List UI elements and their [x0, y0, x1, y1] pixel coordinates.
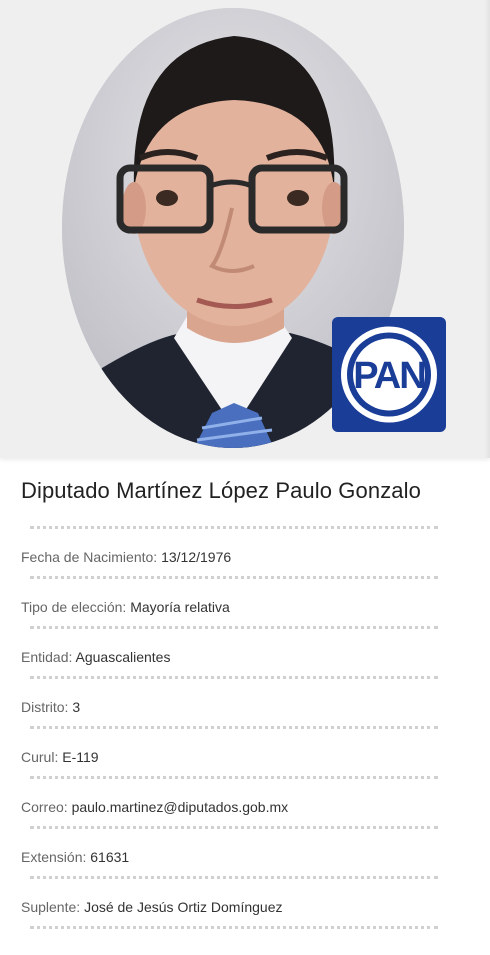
party-logo-text: PAN: [353, 355, 424, 397]
field-label: Entidad:: [21, 649, 73, 665]
field-value: Aguascalientes: [75, 649, 171, 665]
field-value: José de Jesús Ortiz Domínguez: [84, 899, 283, 915]
field-label: Extensión:: [21, 849, 87, 865]
field-district: Distrito: 3: [21, 676, 438, 726]
field-email: Correo: paulo.martinez@diputados.gob.mx: [21, 776, 438, 826]
profile-header: PAN: [0, 0, 490, 458]
field-value: 13/12/1976: [161, 549, 232, 565]
field-birth-date: Fecha de Nacimiento: 13/12/1976: [21, 526, 438, 576]
field-value: Mayoría relativa: [130, 599, 230, 615]
field-label: Distrito:: [21, 699, 69, 715]
header-edge-shadow: [484, 0, 490, 458]
field-label: Fecha de Nacimiento:: [21, 549, 158, 565]
party-logo: PAN: [332, 317, 446, 432]
deputy-name: Diputado Martínez López Paulo Gonzalo: [21, 478, 421, 503]
email-link[interactable]: paulo.martinez@diputados.gob.mx: [72, 799, 289, 815]
field-label: Correo:: [21, 799, 68, 815]
field-state: Entidad: Aguascalientes: [21, 626, 438, 676]
field-value: 61631: [90, 849, 130, 865]
field-label: Curul:: [21, 749, 59, 765]
field-label: Suplente:: [21, 899, 81, 915]
field-extension: Extensión: 61631: [21, 826, 438, 876]
field-value: 3: [72, 699, 81, 715]
field-election-type: Tipo de elección: Mayoría relativa: [21, 576, 438, 626]
field-value: E-119: [62, 749, 99, 765]
field-label: Tipo de elección:: [21, 599, 127, 615]
divider: [30, 926, 438, 929]
field-seat: Curul: E-119: [21, 726, 438, 776]
profile-info: Diputado Martínez López Paulo Gonzalo Fe…: [0, 458, 490, 929]
field-substitute: Suplente: José de Jesús Ortiz Domínguez: [21, 876, 438, 926]
